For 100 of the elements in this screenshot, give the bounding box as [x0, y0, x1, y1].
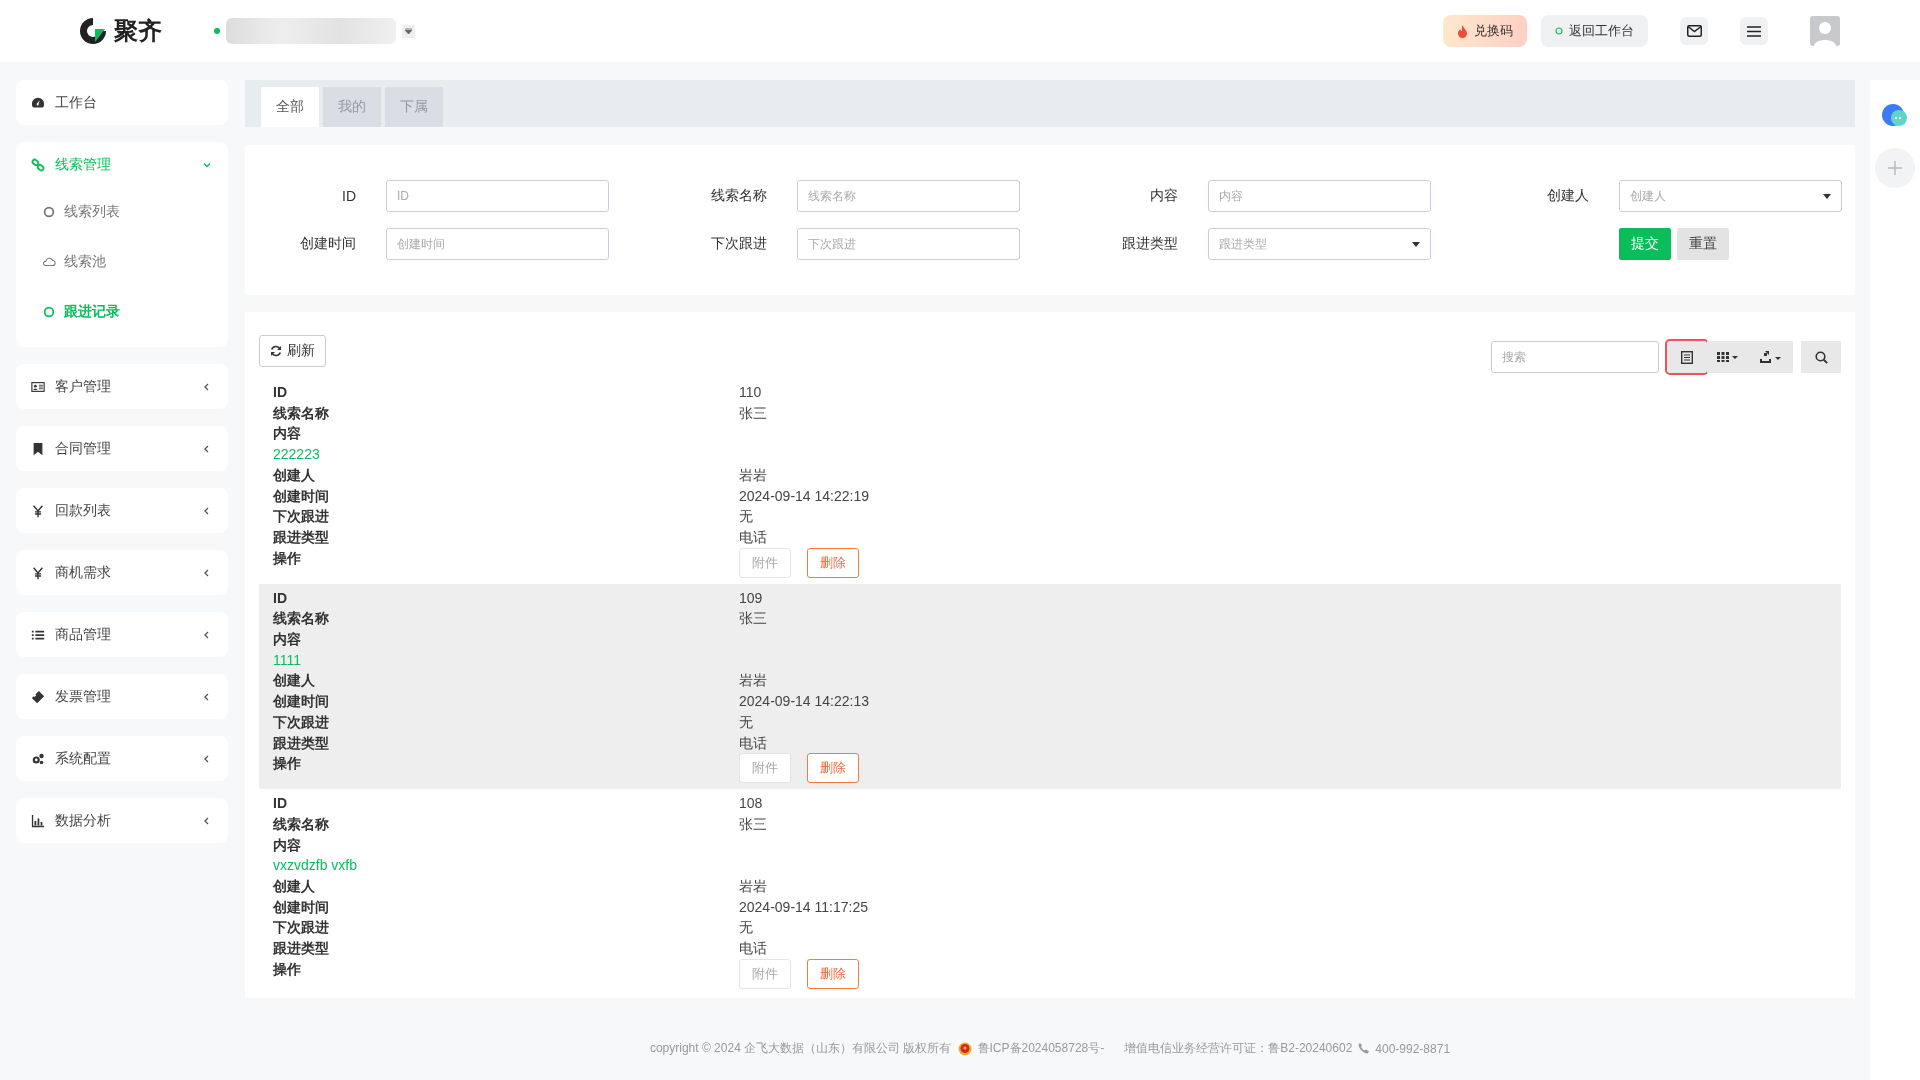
back-to-workbench-button[interactable]: 返回工作台: [1541, 15, 1648, 47]
export-button[interactable]: [1749, 341, 1793, 373]
field-label: 创建时间: [273, 486, 330, 506]
sidebar-item[interactable]: 商品管理: [16, 612, 228, 657]
field-label: 内容: [273, 630, 302, 650]
search-field[interactable]: 搜索: [1491, 341, 1659, 373]
field-label: ID: [273, 588, 288, 608]
flame-icon: [1457, 24, 1468, 38]
field-label: 线索名称: [273, 814, 330, 834]
field-label: 创建时间: [299, 235, 357, 253]
field-label: ID: [341, 188, 357, 204]
field-value: 2024-09-14 14:22:13: [739, 692, 870, 712]
yen-icon: [31, 503, 45, 518]
menu-icon[interactable]: [1740, 17, 1768, 45]
field-value: 张三: [739, 609, 768, 629]
sidebar-item[interactable]: 数据分析: [16, 798, 228, 843]
caret-icon: [1823, 193, 1831, 199]
field-value: 无: [739, 507, 754, 527]
delete-button[interactable]: 删除: [807, 547, 859, 578]
content-text: vxzvdzfb vxfb: [273, 856, 359, 876]
redeem-button[interactable]: 兑换码: [1443, 15, 1527, 47]
sidebar-item[interactable]: 客户管理: [16, 364, 228, 409]
content-text: 1111: [273, 650, 303, 670]
dropdown-caret-icon[interactable]: [402, 24, 415, 38]
field-value: 电话: [739, 939, 768, 959]
sidebar-subitem[interactable]: 跟进记录: [16, 287, 228, 337]
field-label: 跟进类型: [273, 939, 330, 959]
select-field[interactable]: 创建人: [1619, 180, 1842, 212]
search-button[interactable]: [1801, 341, 1841, 373]
sidebar-item[interactable]: 线索管理: [16, 142, 228, 187]
sidebar-item[interactable]: 商机需求: [16, 550, 228, 595]
yen-icon: [31, 565, 45, 580]
bookmark-icon: [31, 441, 45, 456]
grid-icon: [1717, 352, 1739, 362]
tab[interactable]: 我的: [323, 87, 381, 127]
field-value: 2024-09-14 11:17:25: [739, 897, 869, 917]
sidebar-subitem[interactable]: 线索列表: [16, 187, 228, 237]
tab[interactable]: 全部: [261, 87, 319, 127]
input-field[interactable]: 线索名称: [797, 180, 1020, 212]
gauge-icon: [31, 95, 45, 110]
field-label: 跟进类型: [273, 733, 330, 753]
submit-button[interactable]: 提交: [1619, 228, 1671, 260]
field-label: 创建人: [273, 877, 316, 897]
phone-icon: [1358, 1043, 1370, 1054]
sidebar-subitem[interactable]: 线索池: [16, 237, 228, 287]
logo-text: 聚齐: [114, 16, 162, 46]
delete-button[interactable]: 删除: [807, 753, 859, 784]
field-label: 内容: [273, 424, 302, 444]
reset-button[interactable]: 重置: [1677, 228, 1729, 260]
sidebar-item[interactable]: 发票管理: [16, 674, 228, 719]
input-field[interactable]: 内容: [1208, 180, 1431, 212]
id-card-icon: [31, 379, 45, 394]
circle-icon: [42, 305, 56, 319]
license-text: 增值电信业务经营许可证：鲁B2-20240602: [1124, 1040, 1353, 1057]
field-value: 张三: [739, 403, 768, 423]
mail-icon[interactable]: [1680, 17, 1708, 45]
field-label: ID: [273, 383, 288, 402]
field-value: 110: [739, 383, 763, 402]
emblem-icon: [957, 1041, 972, 1056]
sidebar-item[interactable]: 系统配置: [16, 736, 228, 781]
field-value: 岩岩: [739, 877, 768, 897]
field-label: 内容: [1149, 187, 1179, 205]
icp-link[interactable]: 鲁ICP备2024058728号-: [977, 1040, 1105, 1057]
field-label: 下次跟进: [273, 507, 330, 527]
refresh-icon: [270, 345, 282, 357]
circle-icon: [42, 205, 56, 219]
circle-icon: [1555, 27, 1563, 35]
phone-number: 400-992-8871: [1375, 1041, 1451, 1056]
field-label: 线索名称: [273, 403, 330, 423]
link-icon: [31, 157, 45, 172]
field-label: 创建人: [273, 465, 316, 485]
field-label: 操作: [273, 959, 302, 979]
delete-button[interactable]: 删除: [807, 958, 859, 989]
bar-chart-icon: [31, 813, 45, 828]
field-label: 线索名称: [273, 609, 330, 629]
search-icon: [1814, 350, 1828, 364]
field-label: 下次跟进: [710, 235, 768, 253]
export-icon: [1759, 350, 1783, 364]
sidebar-item[interactable]: 回款列表: [16, 488, 228, 533]
field-label: 操作: [273, 548, 302, 568]
refresh-button[interactable]: 刷新: [259, 335, 326, 367]
sidebar-item[interactable]: 工作台: [16, 80, 228, 125]
list-view-icon: [1681, 350, 1693, 364]
field-value: 108: [739, 794, 764, 814]
input-field[interactable]: 下次跟进: [797, 228, 1020, 260]
input-field[interactable]: ID: [386, 180, 609, 212]
select-field[interactable]: 跟进类型: [1208, 228, 1431, 260]
field-label: 操作: [273, 754, 302, 774]
field-value: 岩岩: [739, 671, 768, 691]
field-value: 张三: [739, 814, 768, 834]
field-label: 创建时间: [273, 692, 330, 712]
logo-icon: [78, 16, 108, 46]
toggle-view-button[interactable]: [1667, 341, 1707, 373]
input-field[interactable]: 创建时间: [386, 228, 609, 260]
sidebar-item[interactable]: 合同管理: [16, 426, 228, 471]
field-label: 下次跟进: [273, 918, 330, 938]
field-label: 跟进类型: [1121, 235, 1179, 253]
tab[interactable]: 下属: [385, 87, 443, 127]
content-text: 222223: [273, 445, 321, 465]
field-label: 创建时间: [273, 897, 330, 917]
